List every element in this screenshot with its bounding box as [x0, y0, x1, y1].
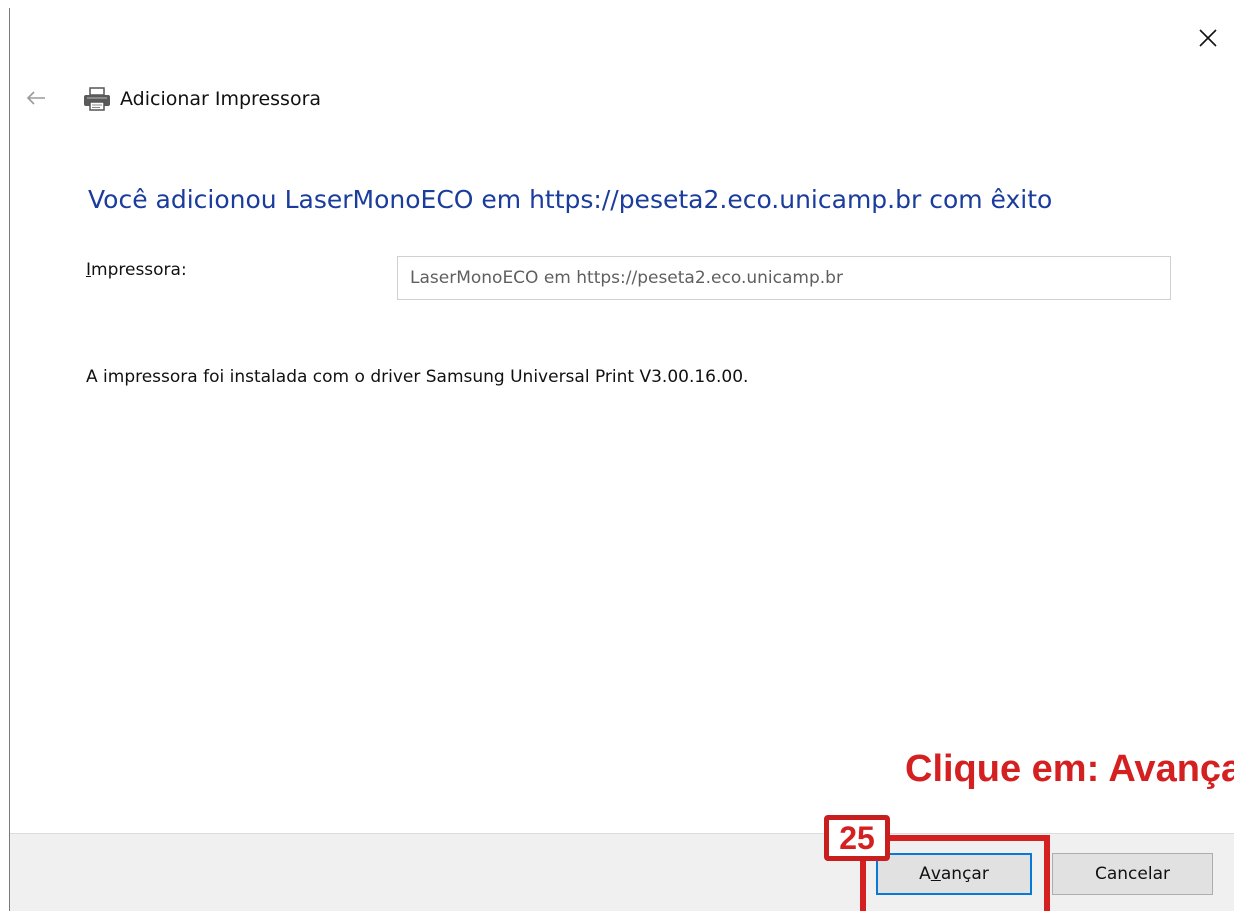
printer-label-text: mpressora: — [91, 260, 187, 280]
driver-message: A impressora foi instalada com o driver … — [86, 367, 749, 387]
back-arrow-icon — [26, 91, 45, 105]
window-title: Adicionar Impressora — [120, 88, 322, 110]
close-icon — [1199, 29, 1217, 47]
printer-icon — [84, 87, 110, 111]
next-label-before: A — [919, 864, 931, 884]
annotation-instruction: Clique em: Avançar — [905, 748, 1234, 790]
window-border — [9, 8, 10, 911]
printer-name-field[interactable]: LaserMonoECO em https://peseta2.eco.unic… — [397, 256, 1171, 300]
next-label-after: ançar — [940, 864, 989, 884]
cancel-button[interactable]: Cancelar — [1052, 853, 1213, 895]
printer-field-label: Impressora: — [86, 258, 187, 282]
next-button[interactable]: Av ançar — [876, 853, 1032, 895]
add-printer-window: Adicionar Impressora Você adicionou Lase… — [0, 0, 1234, 911]
footer-bar — [10, 833, 1234, 911]
annotation-step-badge: 25 — [824, 815, 890, 861]
success-heading: Você adicionou LaserMonoECO em https://p… — [88, 185, 1053, 214]
next-label-accelerator: v — [930, 864, 941, 884]
back-button[interactable] — [22, 84, 50, 112]
close-button[interactable] — [1188, 18, 1228, 58]
